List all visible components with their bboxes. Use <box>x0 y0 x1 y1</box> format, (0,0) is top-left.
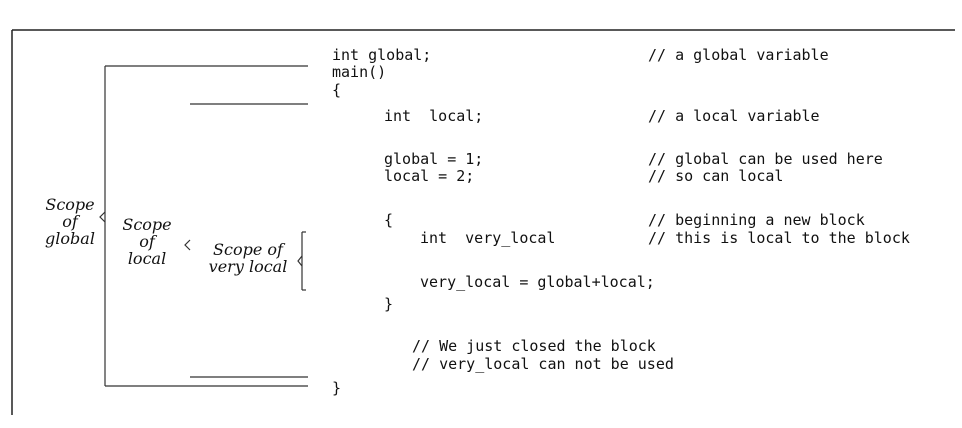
code-line-12: // very_local can not be used <box>412 355 674 373</box>
code-line-2: main() <box>332 63 387 81</box>
code-line-9: very_local = global+local; <box>420 273 655 291</box>
code-line-5: global = 1; <box>384 150 484 168</box>
scope-of-global-label: Scope of global <box>40 196 100 247</box>
code-comment-4: // a local variable <box>648 107 820 125</box>
scope-of-local-label: Scope of local <box>114 216 180 267</box>
scope-of-very-local-line2: very local <box>208 257 288 276</box>
scope-of-local-line1: Scope <box>122 215 172 234</box>
code-line-8: int very_local <box>420 229 556 247</box>
code-comment-1: // a global variable <box>648 46 829 64</box>
code-line-10: } <box>384 295 394 313</box>
scope-of-global-line2: of <box>62 212 78 231</box>
code-comment-8: // this is local to the block <box>648 229 910 247</box>
scope-diagram: Scope of global Scope of local Scope of … <box>0 0 962 428</box>
code-line-3: { <box>332 81 342 99</box>
scope-of-very-local-label: Scope of very local <box>200 241 296 275</box>
code-line-7: { <box>384 211 394 229</box>
scope-of-very-local-line1: Scope of <box>213 240 283 259</box>
code-comment-6: // so can local <box>648 167 784 185</box>
scope-of-local-line2: of <box>139 232 155 251</box>
code-comment-5: // global can be used here <box>648 150 883 168</box>
code-line-4: int local; <box>384 107 484 125</box>
code-line-6: local = 2; <box>384 167 475 185</box>
scope-of-global-line3: global <box>45 229 95 248</box>
code-line-11: // We just closed the block <box>412 337 656 355</box>
code-comment-7: // beginning a new block <box>648 211 865 229</box>
scope-of-global-line1: Scope <box>45 195 95 214</box>
very-local-scope-bracket <box>297 231 306 291</box>
code-line-13: } <box>332 379 342 397</box>
code-line-1: int global; <box>332 46 432 64</box>
scope-of-local-line3: local <box>127 249 167 268</box>
